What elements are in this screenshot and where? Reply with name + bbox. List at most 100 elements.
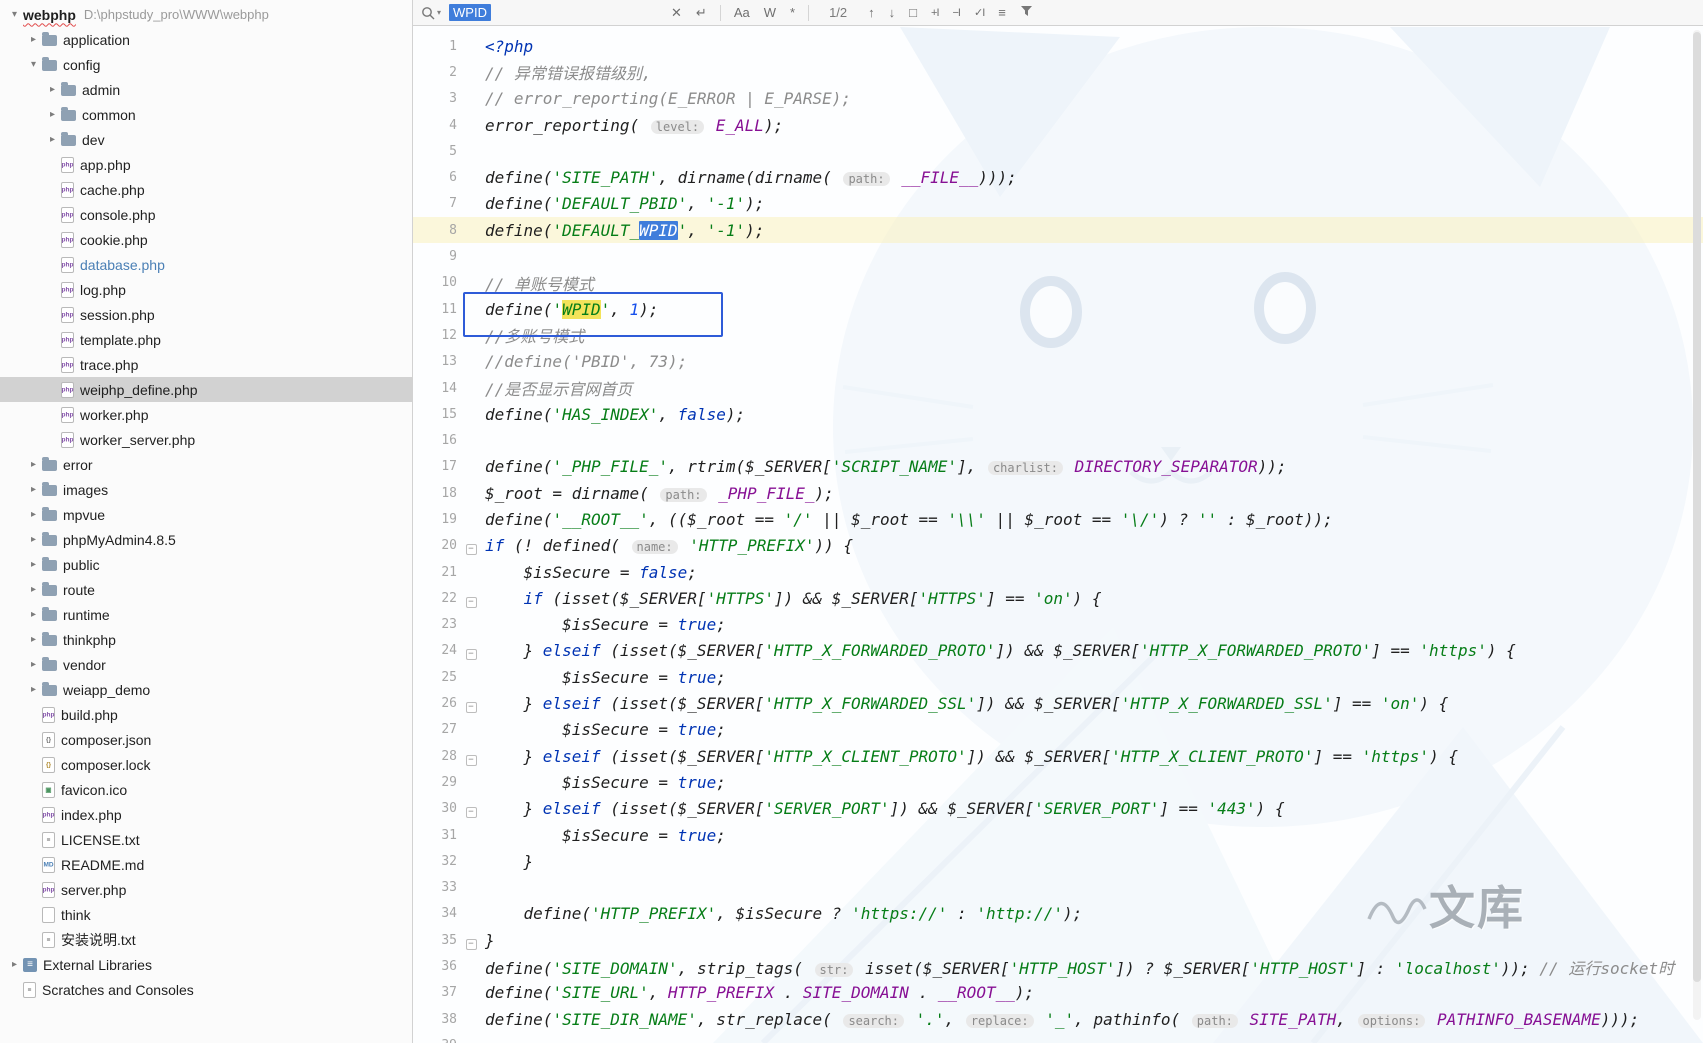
code-line[interactable]: 22− if (isset($_SERVER['HTTPS']) && $_SE…	[413, 585, 1703, 611]
tree-item-console-php[interactable]: console.php	[0, 202, 412, 227]
search-input[interactable]: WPID	[449, 3, 664, 23]
line-number[interactable]: 29	[413, 775, 457, 790]
fold-marker-icon[interactable]: −	[466, 807, 477, 818]
tree-item-thinkphp[interactable]: ▸thinkphp	[0, 627, 412, 652]
chevron-right-icon[interactable]: ▸	[25, 509, 42, 520]
line-number[interactable]: 16	[413, 433, 457, 448]
line-number[interactable]: 19	[413, 512, 457, 527]
tree-item-cookie-php[interactable]: cookie.php	[0, 227, 412, 252]
code-line[interactable]: 7define('DEFAULT_PBID', '-1');	[413, 191, 1703, 217]
line-number[interactable]: 30	[413, 801, 457, 816]
line-number[interactable]: 21	[413, 565, 457, 580]
tree-item-error[interactable]: ▸error	[0, 452, 412, 477]
tree-item-route[interactable]: ▸route	[0, 577, 412, 602]
code-line[interactable]: 4error_reporting( level: E_ALL);	[413, 112, 1703, 138]
line-number[interactable]: 33	[413, 880, 457, 895]
code-line[interactable]: 13//define('PBID', 73);	[413, 349, 1703, 375]
tree-item-readme-md[interactable]: README.md	[0, 852, 412, 877]
code-line[interactable]: 27 $isSecure = true;	[413, 717, 1703, 743]
tree-item-scratches[interactable]: Scratches and Consoles	[0, 977, 412, 1002]
code-line[interactable]: 37define('SITE_URL', HTTP_PREFIX . SITE_…	[413, 980, 1703, 1006]
line-number[interactable]: 37	[413, 985, 457, 1000]
line-number[interactable]: 6	[413, 170, 457, 185]
code-line[interactable]: 2// 异常错误报错级别,	[413, 59, 1703, 85]
tree-item-favicon-ico[interactable]: favicon.ico	[0, 777, 412, 802]
fold-marker-icon[interactable]: −	[466, 597, 477, 608]
line-number[interactable]: 27	[413, 722, 457, 737]
newline-button[interactable]: ↵	[696, 5, 707, 21]
line-number[interactable]: 31	[413, 828, 457, 843]
tree-item-common[interactable]: ▸common	[0, 102, 412, 127]
tree-item-build-php[interactable]: build.php	[0, 702, 412, 727]
tree-item-worker-server-php[interactable]: worker_server.php	[0, 427, 412, 452]
chevron-right-icon[interactable]: ▸	[25, 534, 42, 545]
line-number[interactable]: 38	[413, 1012, 457, 1027]
tree-item-weiapp-demo[interactable]: ▸weiapp_demo	[0, 677, 412, 702]
code-line[interactable]: 28− } elseif (isset($_SERVER['HTTP_X_CLI…	[413, 743, 1703, 769]
chevron-right-icon[interactable]: ▸	[25, 634, 42, 645]
tree-item-install-txt[interactable]: 安装说明.txt	[0, 927, 412, 952]
line-number[interactable]: 10	[413, 275, 457, 290]
code-line[interactable]: 9	[413, 243, 1703, 269]
search-icon[interactable]: ▾	[421, 6, 441, 20]
line-number[interactable]: 25	[413, 670, 457, 685]
tree-item-images[interactable]: ▸images	[0, 477, 412, 502]
next-match-button[interactable]: ↓	[889, 5, 896, 20]
chevron-right-icon[interactable]: ▸	[6, 959, 23, 970]
tree-item-mpvue[interactable]: ▸mpvue	[0, 502, 412, 527]
line-number[interactable]: 26	[413, 696, 457, 711]
tree-item-composer-json[interactable]: composer.json	[0, 727, 412, 752]
tree-item-phpmyadmin[interactable]: ▸phpMyAdmin4.8.5	[0, 527, 412, 552]
chevron-right-icon[interactable]: ▸	[25, 34, 42, 45]
code-line[interactable]: 31 $isSecure = true;	[413, 822, 1703, 848]
search-options-button[interactable]: ≡	[998, 5, 1006, 20]
code-line[interactable]: 14//是否显示官网首页	[413, 375, 1703, 401]
chevron-right-icon[interactable]: ▸	[25, 559, 42, 570]
match-case-button[interactable]: Aa	[734, 5, 750, 20]
fold-marker-icon[interactable]: −	[466, 755, 477, 766]
code-line[interactable]: 3// error_reporting(E_ERROR | E_PARSE);	[413, 86, 1703, 112]
select-all-occurrences-button[interactable]: ✓I	[974, 6, 984, 19]
tree-item-session-php[interactable]: session.php	[0, 302, 412, 327]
tree-item-trace-php[interactable]: trace.php	[0, 352, 412, 377]
code-line[interactable]: 21 $isSecure = false;	[413, 559, 1703, 585]
line-number[interactable]: 14	[413, 381, 457, 396]
line-number[interactable]: 7	[413, 196, 457, 211]
code-line[interactable]: 16	[413, 427, 1703, 453]
code-line[interactable]: 33	[413, 875, 1703, 901]
code-line[interactable]: 38define('SITE_DIR_NAME', str_replace( s…	[413, 1006, 1703, 1032]
code-line[interactable]: 8define('DEFAULT_WPID', '-1');	[413, 217, 1703, 243]
chevron-right-icon[interactable]: ▸	[25, 684, 42, 695]
tree-item-external-libraries[interactable]: ▸≡External Libraries	[0, 952, 412, 977]
line-number[interactable]: 22	[413, 591, 457, 606]
line-number[interactable]: 39	[413, 1038, 457, 1043]
tree-item-cache-php[interactable]: cache.php	[0, 177, 412, 202]
code-line[interactable]: 15define('HAS_INDEX', false);	[413, 401, 1703, 427]
code-line[interactable]: 36define('SITE_DOMAIN', strip_tags( str:…	[413, 953, 1703, 979]
tree-item-vendor[interactable]: ▸vendor	[0, 652, 412, 677]
code-line[interactable]: 18$_root = dirname( path: _PHP_FILE_);	[413, 480, 1703, 506]
previous-match-button[interactable]: ↑	[868, 5, 875, 20]
code-line[interactable]: 23 $isSecure = true;	[413, 612, 1703, 638]
code-line[interactable]: 5	[413, 138, 1703, 164]
fold-marker-icon[interactable]: −	[466, 649, 477, 660]
code-line[interactable]: 1<?php	[413, 33, 1703, 59]
code-line[interactable]: 10// 单账号模式	[413, 270, 1703, 296]
tree-item-config[interactable]: ▾config	[0, 52, 412, 77]
words-button[interactable]: W	[764, 5, 776, 20]
tree-item-composer-lock[interactable]: composer.lock	[0, 752, 412, 777]
code-line[interactable]: 11define('WPID', 1);	[413, 296, 1703, 322]
tree-item-webphp[interactable]: ▾webphpD:\phpstudy_pro\WWW\webphp	[0, 2, 412, 27]
tree-item-app-php[interactable]: app.php	[0, 152, 412, 177]
line-number[interactable]: 35	[413, 933, 457, 948]
fold-marker-icon[interactable]: −	[466, 702, 477, 713]
line-number[interactable]: 4	[413, 118, 457, 133]
line-number[interactable]: 32	[413, 854, 457, 869]
code-line[interactable]: 39	[413, 1032, 1703, 1043]
tree-item-admin[interactable]: ▸admin	[0, 77, 412, 102]
code-line[interactable]: 12//多账号模式	[413, 322, 1703, 348]
line-number[interactable]: 34	[413, 906, 457, 921]
code-line[interactable]: 32 }	[413, 848, 1703, 874]
line-number[interactable]: 5	[413, 144, 457, 159]
clear-search-button[interactable]: ✕	[671, 5, 682, 21]
